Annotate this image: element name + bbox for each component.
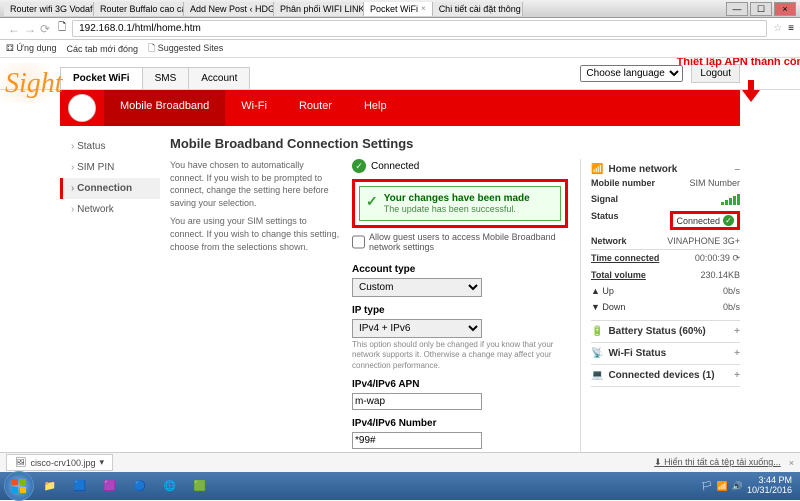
forward-button[interactable]: → bbox=[22, 22, 38, 36]
taskbar-app-icon[interactable]: 🟩 bbox=[186, 475, 214, 497]
maximize-button[interactable]: ☐ bbox=[750, 2, 772, 16]
wifi-icon: 📡 bbox=[591, 348, 603, 359]
minimize-button[interactable]: — bbox=[726, 2, 748, 16]
expand-icon[interactable]: + bbox=[734, 370, 740, 381]
tab-3[interactable]: Phân phối WIFI LINK× bbox=[274, 2, 364, 16]
success-highlight: ✓ Your changes have been madeThe update … bbox=[352, 179, 568, 228]
logout-button[interactable]: Logout bbox=[691, 64, 740, 83]
nav-router[interactable]: Router bbox=[283, 90, 348, 126]
download-item[interactable]: 🖼cisco-crv100.jpg ▾ bbox=[6, 454, 113, 471]
tab-pocketwifi[interactable]: Pocket WiFi bbox=[60, 67, 143, 89]
apn-input[interactable] bbox=[352, 393, 482, 410]
file-icon: 🖼 bbox=[15, 457, 26, 468]
status-panel: 📶Home network– Mobile numberSIM Number S… bbox=[580, 159, 740, 452]
main-nav: Mobile Broadband Wi-Fi Router Help bbox=[60, 90, 740, 126]
url-bar: ←→⟳ 🗋 ☆ ≡ bbox=[0, 18, 800, 40]
sidebar-item-network[interactable]: Network bbox=[60, 199, 160, 220]
start-button[interactable] bbox=[4, 471, 34, 501]
show-all-downloads[interactable]: ⬇ Hiển thị tất cả tệp tải xuống... bbox=[654, 457, 781, 468]
status-badge: Connected✓ bbox=[670, 211, 740, 230]
tray-flag-icon[interactable]: 🏳 bbox=[701, 481, 712, 492]
bookmark-item[interactable]: 🗋 Suggested Sites bbox=[148, 41, 223, 57]
expand-icon[interactable]: + bbox=[734, 326, 740, 337]
home-network-title: Home network bbox=[608, 164, 677, 175]
account-type-select[interactable]: Custom bbox=[352, 278, 482, 297]
language-select[interactable]: Choose language bbox=[580, 65, 683, 82]
settings-form: Thiết lập APN thành công ✓ Connected ✓ Y… bbox=[352, 159, 568, 452]
battery-icon: 🔋 bbox=[591, 326, 603, 337]
help-text: You have chosen to automatically connect… bbox=[170, 159, 340, 452]
check-icon: ✓ bbox=[723, 215, 734, 226]
bookmark-item[interactable]: Các tab mới đóng bbox=[67, 44, 138, 54]
nav-mobile-broadband[interactable]: Mobile Broadband bbox=[104, 90, 225, 126]
expand-icon[interactable]: + bbox=[734, 348, 740, 359]
page-title: Mobile Broadband Connection Settings bbox=[170, 136, 740, 151]
sidebar: Status SIM PIN Connection Network bbox=[60, 136, 160, 452]
number-label: IPv4/IPv6 Number bbox=[352, 418, 568, 429]
nav-wifi[interactable]: Wi-Fi bbox=[225, 90, 283, 126]
success-notice: ✓ Your changes have been madeThe update … bbox=[359, 186, 561, 221]
tab-4[interactable]: Pocket WiFi× bbox=[364, 2, 433, 16]
apn-label: IPv4/IPv6 APN bbox=[352, 379, 568, 390]
downloads-bar: 🖼cisco-crv100.jpg ▾ ⬇ Hiển thị tất cả tệ… bbox=[0, 452, 800, 472]
tab-0[interactable]: Router wifi 3G Vodafone× bbox=[4, 2, 94, 16]
taskbar-explorer-icon[interactable]: 📁 bbox=[36, 475, 64, 497]
back-button[interactable]: ← bbox=[6, 22, 22, 36]
address-input[interactable] bbox=[72, 20, 767, 37]
window-controls: — ☐ × bbox=[726, 2, 796, 16]
close-icon[interactable]: × bbox=[789, 458, 794, 468]
browser-tabs: Router wifi 3G Vodafone× Router Buffalo … bbox=[4, 2, 726, 16]
account-type-label: Account type bbox=[352, 264, 568, 275]
taskbar: 📁 🟦 🟪 🔵 🌐 🟩 🏳 📶 🔊 3:44 PM10/31/2016 bbox=[0, 472, 800, 500]
clock[interactable]: 3:44 PM10/31/2016 bbox=[747, 476, 792, 496]
taskbar-chrome-icon[interactable]: 🌐 bbox=[156, 475, 184, 497]
signal-icon bbox=[721, 194, 740, 205]
allow-guest-label: Allow guest users to access Mobile Broad… bbox=[369, 232, 568, 252]
sidebar-item-status[interactable]: Status bbox=[60, 136, 160, 157]
reload-button[interactable]: ⟳ bbox=[38, 22, 52, 36]
page-icon: 🗋 bbox=[58, 20, 66, 37]
collapse-icon[interactable]: – bbox=[734, 164, 740, 175]
nav-help[interactable]: Help bbox=[348, 90, 403, 126]
taskbar-skype-icon[interactable]: 🔵 bbox=[126, 475, 154, 497]
tab-1[interactable]: Router Buffalo cao cấp× bbox=[94, 2, 184, 16]
check-icon: ✓ bbox=[366, 193, 378, 214]
taskbar-app-icon[interactable]: 🟦 bbox=[66, 475, 94, 497]
system-tray: 🏳 📶 🔊 3:44 PM10/31/2016 bbox=[701, 476, 796, 496]
tray-sound-icon[interactable]: 🔊 bbox=[732, 481, 743, 492]
sidebar-item-simpin[interactable]: SIM PIN bbox=[60, 157, 160, 178]
taskbar-app-icon[interactable]: 🟪 bbox=[96, 475, 124, 497]
bookmark-icon[interactable]: ☆ bbox=[773, 23, 782, 34]
bookmarks-bar: ⚃ Ứng dụng Các tab mới đóng 🗋 Suggested … bbox=[0, 40, 800, 58]
tray-network-icon[interactable]: 📶 bbox=[717, 481, 728, 492]
page-content: Sight Pocket WiFi SMS Account Choose lan… bbox=[0, 58, 800, 452]
main-panel: Mobile Broadband Connection Settings You… bbox=[170, 136, 740, 452]
sidebar-item-connection[interactable]: Connection bbox=[60, 178, 160, 199]
ip-type-label: IP type bbox=[352, 305, 568, 316]
devices-icon: 💻 bbox=[591, 370, 603, 381]
check-icon: ✓ bbox=[352, 159, 366, 173]
tab-5[interactable]: Chi tiết cài đặt thông× bbox=[433, 2, 523, 16]
close-button[interactable]: × bbox=[774, 2, 796, 16]
app-header: Pocket WiFi SMS Account Choose language … bbox=[0, 58, 800, 90]
ip-type-hint: This option should only be changed if yo… bbox=[352, 340, 568, 371]
menu-icon[interactable]: ≡ bbox=[788, 23, 794, 34]
tab-sms[interactable]: SMS bbox=[142, 67, 190, 89]
ip-type-select[interactable]: IPv4 + IPv6 bbox=[352, 319, 482, 338]
allow-guest-checkbox[interactable] bbox=[352, 232, 365, 252]
brand-logo bbox=[68, 94, 96, 122]
apps-button[interactable]: ⚃ Ứng dụng bbox=[6, 43, 57, 54]
browser-titlebar: Router wifi 3G Vodafone× Router Buffalo … bbox=[0, 0, 800, 18]
antenna-icon: 📶 bbox=[591, 164, 603, 175]
close-icon[interactable]: × bbox=[421, 4, 426, 13]
tab-2[interactable]: Add New Post ‹ HDG× bbox=[184, 2, 274, 16]
connection-status: ✓ Connected bbox=[352, 159, 568, 173]
number-input[interactable] bbox=[352, 432, 482, 449]
tab-account[interactable]: Account bbox=[188, 67, 250, 89]
